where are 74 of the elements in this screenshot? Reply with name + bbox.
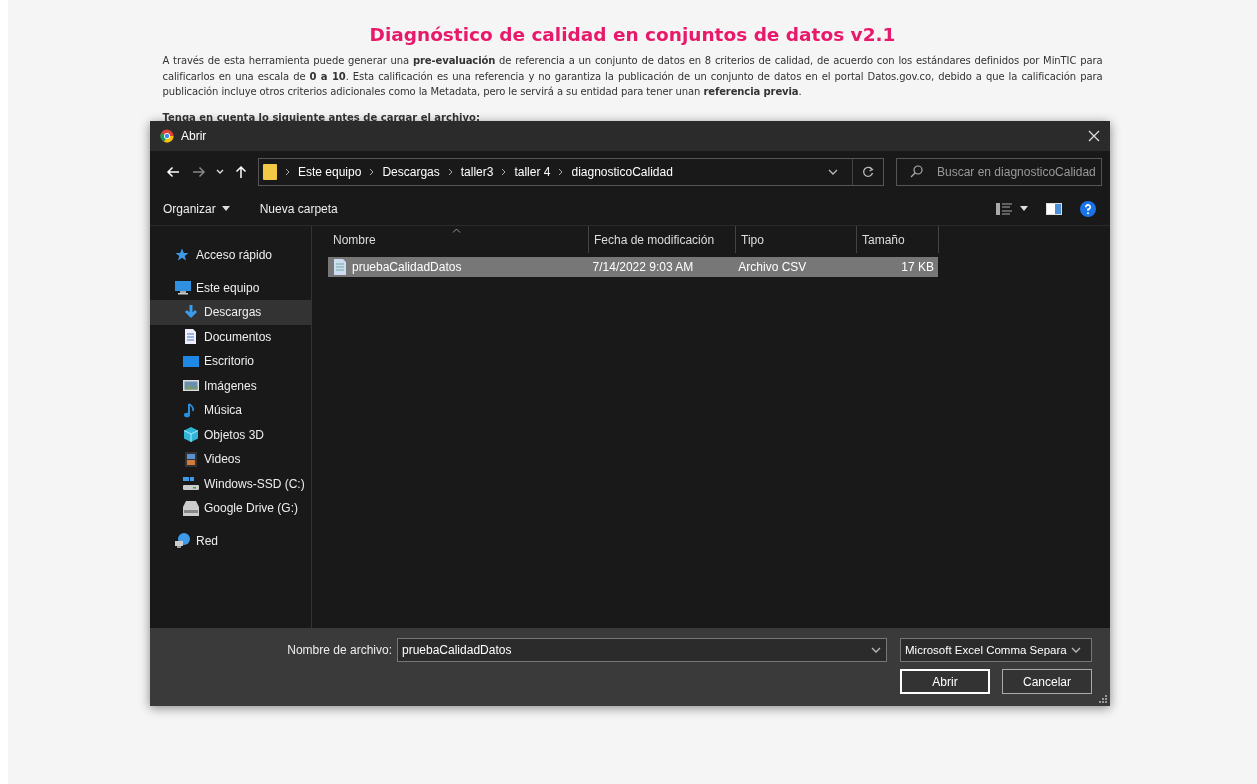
file-type-dropdown[interactable]: Microsoft Excel Comma Separa [900,638,1092,662]
address-bar[interactable]: Este equipo Descargas taller3 taller 4 diagnosticoCalidad [258,157,884,186]
sidebar-item[interactable]: Imágenes [150,373,311,398]
breadcrumb-link[interactable]: Este equipo [298,164,362,179]
chevron-down-icon [828,168,838,175]
film-icon [183,451,199,467]
document-icon [183,329,199,345]
sidebar-item[interactable]: Documentos [150,324,311,349]
breadcrumb-link[interactable]: taller3 [460,164,494,179]
sidebar-item[interactable]: Este equipo [150,275,311,300]
toolbar-button[interactable]: Nueva carpeta [254,197,343,220]
browser-icon [160,129,174,143]
chevron-down-icon [1070,647,1081,653]
sidebar-item[interactable]: Descargas [150,300,311,325]
chevron-right-icon [369,167,375,176]
table-cell: 7/14/2022 9:03 AM [592,260,694,274]
column-header[interactable]: Fecha de modificación [589,226,736,253]
list-view-icon [996,202,1012,215]
chevron-right-icon [447,167,453,176]
breadcrumb-link[interactable]: Descargas [382,164,440,179]
close-icon [1088,130,1100,142]
page-title: Diagnóstico de calidad en conjuntos de datos v2.1 [368,24,897,45]
back-arrow-icon [166,165,180,178]
chevron-right-icon [501,167,507,176]
dialog-title: Abrir [181,129,207,143]
filename-field[interactable]: pruebaCalidadDatos [397,638,887,662]
chevron-down-icon [216,168,224,175]
cube-icon [183,427,199,443]
search-field[interactable]: Buscar en diagnosticoCalidad [896,157,1102,186]
cancel-button[interactable]: Cancelar [1002,669,1092,694]
picture-icon [183,378,199,394]
drive-icon [183,476,199,492]
download-icon [183,304,199,320]
intro-paragraph: A través de esta herramienta puede generar una pre-evaluación de referencia a un conjunto de datos en 8 criterios de calidad, de acuerdo con los estándares definidos por MinTIC para calificarlos en una escala de 0 a 10. Esta calificación es una referencia y no garantiza la publicación de un conjunto de datos en el portal Datos.gov.co, debido a que la calificación para publicación incluye otros criterios adicionales como la Metadata, pero le servirá a su entidad para tener unan referencia previa. [162,54,1103,100]
column-header[interactable]: Tipo [736,226,857,253]
breadcrumb-link[interactable]: diagnosticoCalidad [571,164,673,179]
filename-label: Nombre de archivo: [287,643,392,657]
breadcrumb-link[interactable]: taller 4 [514,164,551,179]
help-icon [1080,200,1096,217]
open-button[interactable]: Abrir [900,669,990,694]
sidebar-item[interactable]: Acceso rápido [150,243,311,268]
sidebar-item[interactable]: Objetos 3D [150,422,311,447]
globe-icon [175,533,191,549]
chevron-right-icon [285,167,290,176]
chevron-down-icon [871,647,881,653]
up-arrow-icon [235,164,247,179]
table-cell: pruebaCalidadDatos [352,260,462,274]
table-cell: Archivo CSV [738,260,807,274]
resize-grip-icon [1099,695,1107,703]
sidebar-item[interactable]: Música [150,398,311,423]
sidebar-item[interactable]: Google Drive (G:) [150,496,311,521]
folder-icon [263,163,277,180]
column-header[interactable]: Tamaño [857,226,939,253]
table-cell: 17 KB [901,260,934,274]
desktop-icon [183,353,199,369]
preview-pane-icon [1046,202,1062,215]
caret-icon [1020,206,1028,211]
toolbar-button[interactable]: Organizar [158,197,235,220]
sidebar-item[interactable]: Windows-SSD (C:) [150,471,311,496]
search-icon [910,164,923,178]
caret-icon [221,206,230,211]
file-icon [333,259,347,275]
sidebar-item[interactable]: Escritorio [150,349,311,374]
column-header[interactable]: Nombre [328,226,589,253]
star-icon [175,247,191,263]
sidebar-item[interactable]: Red [150,528,311,553]
forward-arrow-icon [192,165,206,178]
chevron-right-icon [558,167,564,176]
refresh-icon [862,165,874,178]
monitor-icon [175,280,191,296]
sort-caret-icon [452,228,461,233]
sidebar-item[interactable]: Videos [150,447,311,472]
drive-icon [183,500,199,516]
file-row[interactable]: pruebaCalidadDatos 7/14/2022 9:03 AM Archivo CSV 17 KB [328,257,938,277]
